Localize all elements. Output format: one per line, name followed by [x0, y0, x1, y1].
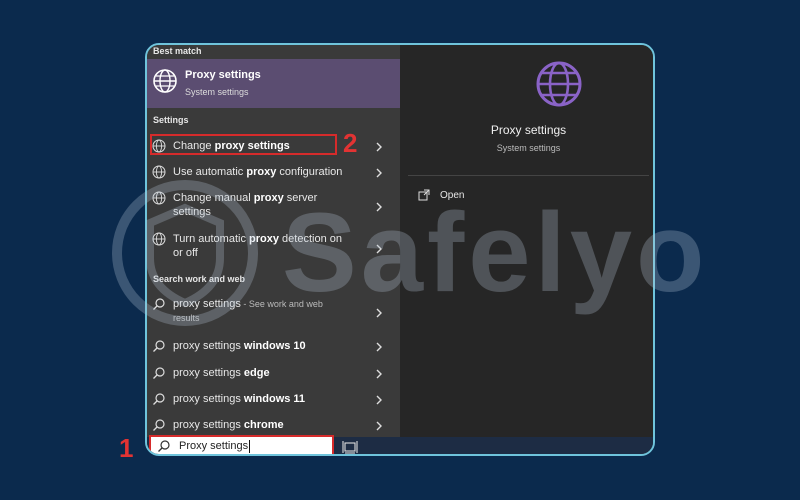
settings-header: Settings — [153, 115, 189, 125]
task-view-icon[interactable] — [342, 440, 358, 454]
search-icon — [153, 367, 165, 379]
chevron-right-icon — [376, 395, 382, 405]
search-icon — [153, 298, 165, 310]
open-icon — [418, 189, 430, 201]
search-query: Proxy settings — [179, 440, 249, 452]
settings-item-manual-proxy[interactable]: Change manual proxy server settings — [147, 190, 400, 224]
globe-icon — [152, 165, 166, 179]
settings-item-automatic-proxy[interactable]: Use automatic proxy configuration — [147, 164, 400, 184]
web-item-windows10[interactable]: proxy settings windows 10 — [147, 338, 400, 358]
open-label: Open — [440, 189, 465, 201]
search-input[interactable]: Proxy settings — [149, 435, 334, 454]
chevron-right-icon — [376, 142, 382, 152]
settings-item-label: Change manual proxy server settings — [173, 192, 318, 218]
search-icon — [153, 393, 165, 405]
start-menu-window: Best match Proxy settings System setting… — [145, 43, 655, 456]
search-icon — [153, 419, 165, 431]
web-item-label: proxy settings edge — [173, 367, 270, 379]
chevron-right-icon — [376, 244, 382, 254]
preview-panel: Proxy settings System settings Open — [400, 45, 653, 437]
web-item-label: proxy settings windows 11 — [173, 393, 306, 405]
globe-icon — [536, 61, 582, 107]
web-item-windows11[interactable]: proxy settings windows 11 — [147, 391, 400, 411]
globe-icon — [152, 191, 166, 205]
globe-icon — [152, 232, 166, 246]
chevron-right-icon — [376, 342, 382, 352]
settings-item-label: Turn automatic proxy detection on or off — [173, 233, 342, 259]
web-item-label: proxy settings windows 10 — [173, 340, 306, 352]
chevron-right-icon — [376, 168, 382, 178]
chevron-right-icon — [376, 202, 382, 212]
settings-item-auto-detection[interactable]: Turn automatic proxy detection on or off — [147, 231, 400, 265]
divider — [408, 175, 649, 176]
search-icon — [153, 340, 165, 352]
web-item-chrome[interactable]: proxy settings chrome — [147, 417, 400, 437]
annotation-highlight-box — [150, 134, 337, 155]
chevron-right-icon — [376, 421, 382, 431]
best-match-result[interactable]: Proxy settings System settings — [147, 59, 400, 108]
web-item-see-results[interactable]: proxy settings - See work and web results — [147, 296, 400, 330]
preview-title: Proxy settings — [490, 123, 567, 137]
chevron-right-icon — [376, 308, 382, 318]
settings-item-label: Use automatic proxy configuration — [173, 166, 343, 178]
annotation-step-1: 1 — [119, 433, 134, 463]
results-panel: Best match Proxy settings System setting… — [147, 45, 400, 437]
best-match-title: Proxy settings — [185, 69, 261, 81]
text-caret — [249, 439, 251, 453]
web-item-label: proxy settings - See work and web results — [173, 298, 323, 323]
best-match-subtitle: System settings — [185, 87, 249, 97]
chevron-right-icon — [376, 369, 382, 379]
open-action[interactable]: Open — [418, 189, 464, 201]
annotation-step-2: 2 — [343, 128, 358, 158]
web-item-edge[interactable]: proxy settings edge — [147, 365, 400, 385]
search-web-header: Search work and web — [153, 274, 246, 284]
web-item-label: proxy settings chrome — [173, 419, 284, 431]
search-icon — [158, 440, 170, 452]
best-match-header: Best match — [153, 46, 202, 56]
preview-subtitle: System settings — [496, 143, 561, 153]
globe-icon — [153, 69, 177, 93]
